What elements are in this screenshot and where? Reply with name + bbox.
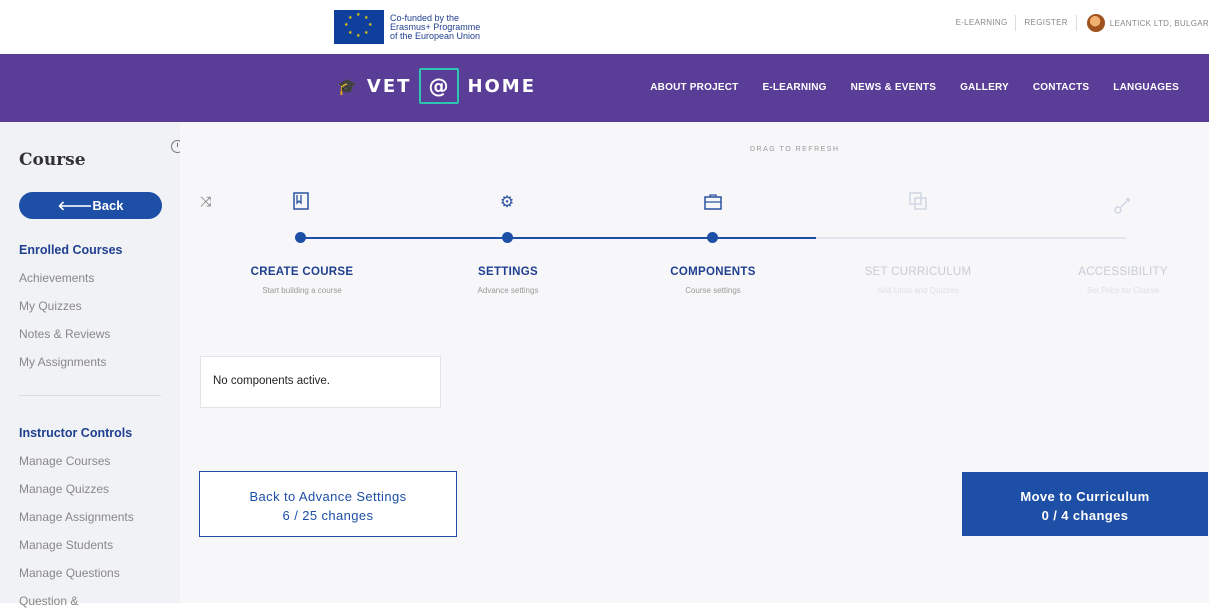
step-accessibility-sub: Set Price for Course: [1086, 286, 1160, 295]
step-dot-components: [707, 232, 718, 243]
nav-elearning[interactable]: E-LEARNING: [762, 82, 826, 93]
graduation-cap-icon: 🎓: [337, 76, 359, 96]
eu-text-line3: of the European Union: [390, 30, 481, 41]
top-link-register[interactable]: REGISTER: [1016, 15, 1077, 31]
step-components-sub: Course settings: [685, 286, 741, 295]
step-settings-sub: Advance settings: [477, 286, 539, 295]
sidebar-item-my-quizzes[interactable]: My Quizzes: [19, 292, 123, 320]
main-nav: 🎓 VET @ HOME ABOUT PROJECT E-LEARNING NE…: [0, 54, 1209, 122]
key-icon: [1112, 195, 1134, 217]
step-set-curriculum-sub: Add Units and Quizzes: [877, 286, 959, 295]
enrolled-courses-heading[interactable]: Enrolled Courses: [19, 236, 123, 264]
sidebar-item-manage-assignments[interactable]: Manage Assignments: [19, 503, 134, 531]
drag-to-refresh: DRAG TO REFRESH: [750, 146, 840, 153]
step-create-course[interactable]: CREATE COURSE: [212, 266, 392, 278]
step-settings[interactable]: SETTINGS: [418, 266, 598, 278]
sidebar-item-achievements[interactable]: Achievements: [19, 264, 123, 292]
move-button-label: Move to Curriculum: [1020, 489, 1150, 504]
nav-about-project[interactable]: ABOUT PROJECT: [650, 82, 738, 93]
eu-logo: ★ ★ ★ ★ ★ ★ ★ ★ Co-funded by the Erasmus+ Pro…: [334, 10, 480, 44]
eu-flag-icon: ★ ★ ★ ★ ★ ★ ★ ★: [334, 10, 384, 44]
sidebar-title: Course: [19, 150, 86, 170]
nav-news-events[interactable]: NEWS & EVENTS: [851, 82, 936, 93]
sidebar-item-manage-questions[interactable]: Manage Questions: [19, 559, 134, 587]
brand-logo[interactable]: 🎓 VET @ HOME: [337, 68, 536, 104]
step-set-curriculum[interactable]: SET CURRICULUM: [828, 266, 1008, 278]
top-bar: ★ ★ ★ ★ ★ ★ ★ ★ Co-funded by the Erasmus+ Pro…: [0, 0, 1209, 54]
top-links: E-LEARNING REGISTER LEANTICK LTD, BULGAR: [948, 14, 1209, 32]
sidebar-item-my-assignments[interactable]: My Assignments: [19, 348, 123, 376]
sidebar-item-question[interactable]: Question &: [19, 587, 134, 615]
instructor-controls-heading[interactable]: Instructor Controls: [19, 419, 134, 447]
sidebar-item-notes-reviews[interactable]: Notes & Reviews: [19, 320, 123, 348]
collapse-icon[interactable]: ⤨: [200, 193, 211, 210]
step-accessibility[interactable]: ACCESSIBILITY: [1033, 266, 1209, 278]
progress-track-remaining: [816, 237, 1126, 239]
move-to-curriculum-button[interactable]: Move to Curriculum 0 / 4 changes: [962, 472, 1208, 536]
step-dot-settings: [502, 232, 513, 243]
avatar: [1086, 14, 1105, 32]
top-link-elearning[interactable]: E-LEARNING: [948, 15, 1017, 31]
enrolled-menu: Enrolled Courses Achievements My Quizzes…: [19, 236, 123, 376]
move-button-changes: 0 / 4 changes: [1041, 508, 1129, 523]
sidebar-item-manage-courses[interactable]: Manage Courses: [19, 447, 134, 475]
sidebar: Course 🡐Back Enrolled Courses Achievemen…: [0, 122, 180, 608]
sidebar-item-manage-quizzes[interactable]: Manage Quizzes: [19, 475, 134, 503]
back-button-label: Back to Advance Settings: [249, 489, 407, 504]
user-name: LEANTICK LTD, BULGAR: [1109, 18, 1209, 28]
brand-right: HOME: [467, 75, 537, 97]
step-create-course-sub: Start building a course: [262, 286, 342, 295]
back-button[interactable]: 🡐Back: [19, 192, 162, 219]
user-menu[interactable]: LEANTICK LTD, BULGAR: [1077, 14, 1209, 32]
step-components[interactable]: COMPONENTS: [623, 266, 803, 278]
step-dot-create-course: [295, 232, 306, 243]
sidebar-divider: [19, 395, 161, 396]
back-button-changes: 6 / 25 changes: [282, 508, 374, 523]
sidebar-item-manage-students[interactable]: Manage Students: [19, 531, 134, 559]
nav-languages[interactable]: LANGUAGES: [1113, 82, 1179, 93]
no-components-message: No components active.: [200, 356, 441, 408]
briefcase-icon: [702, 192, 724, 214]
back-to-advance-settings-button[interactable]: Back to Advance Settings 6 / 25 changes: [199, 471, 457, 537]
nav-gallery[interactable]: GALLERY: [960, 82, 1009, 93]
copy-icon: [907, 191, 929, 213]
brand-left: VET: [366, 75, 412, 97]
gear-icon: ⚙: [499, 194, 515, 211]
progress-track-done: [301, 237, 816, 239]
brand-at: @: [419, 68, 460, 104]
nav-items: ABOUT PROJECT E-LEARNING NEWS & EVENTS G…: [650, 82, 1179, 93]
bookmark-icon: [290, 191, 312, 213]
instructor-menu: Instructor Controls Manage Courses Manag…: [19, 419, 134, 615]
nav-contacts[interactable]: CONTACTS: [1033, 82, 1089, 93]
main-content: DRAG TO REFRESH ⤨ ⚙ CREATE COURSE Start …: [180, 122, 1209, 603]
